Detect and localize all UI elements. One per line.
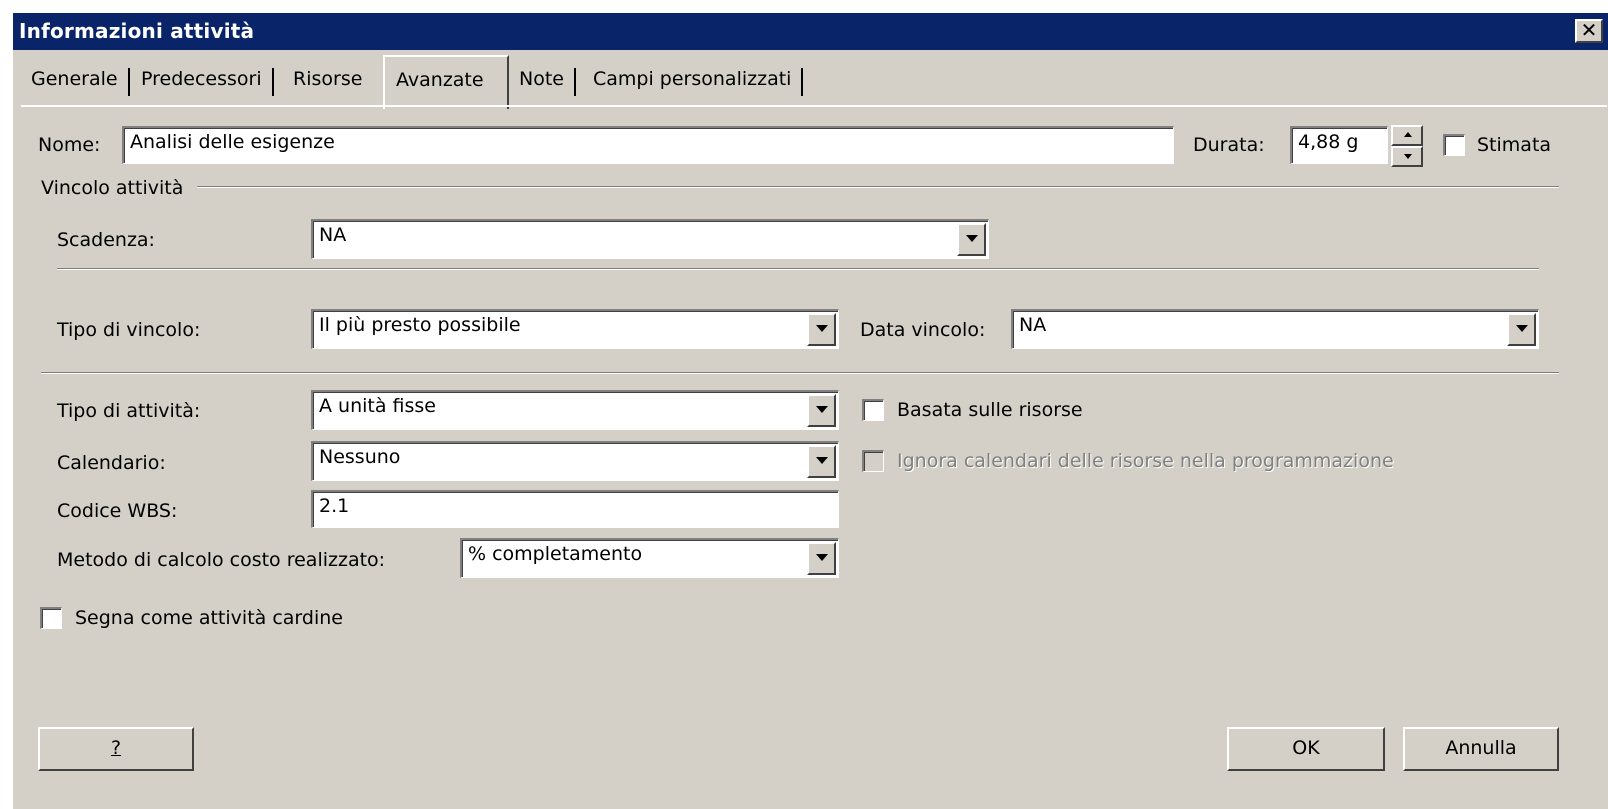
earned-value-select[interactable]: % completamento	[460, 538, 839, 578]
chevron-down-icon[interactable]	[807, 445, 836, 478]
deadline-value: NA	[319, 224, 347, 246]
tab-label: Note	[509, 68, 576, 96]
estimated-checkbox[interactable]	[1443, 134, 1465, 156]
ignore-calendars-checkbox	[862, 450, 884, 472]
tab-label: Campi personalizzati	[583, 68, 804, 96]
chevron-down-icon[interactable]	[1507, 313, 1536, 346]
help-button[interactable]: ?	[38, 727, 194, 771]
close-icon: ✕	[1580, 18, 1598, 42]
deadline-select[interactable]: NA	[311, 219, 989, 259]
duration-spinner[interactable]	[1391, 125, 1423, 167]
estimated-label: Stimata	[1477, 134, 1552, 156]
duration-label: Durata:	[1193, 134, 1265, 156]
spin-up-icon[interactable]	[1391, 125, 1423, 146]
effort-driven-label: Basata sulle risorse	[897, 399, 1083, 421]
tab-risorse[interactable]: Risorse	[283, 59, 372, 98]
calendar-value: Nessuno	[319, 446, 401, 468]
wbs-input[interactable]: 2.1	[311, 490, 839, 528]
chevron-down-icon[interactable]	[807, 394, 836, 427]
constraint-date-select[interactable]: NA	[1011, 309, 1539, 349]
effort-driven-checkbox[interactable]	[862, 399, 884, 421]
tab-label: Generale	[21, 68, 130, 96]
cancel-button[interactable]: Annulla	[1403, 727, 1559, 771]
tab-label: Risorse	[293, 68, 363, 90]
tab-generale[interactable]: Generale	[21, 59, 130, 98]
task-type-label: Tipo di attività:	[57, 400, 201, 422]
task-type-value: A unità fisse	[319, 395, 436, 417]
constraint-group-title: Vincolo attività	[41, 177, 184, 199]
ok-button[interactable]: OK	[1227, 727, 1385, 771]
spin-down-icon[interactable]	[1391, 146, 1423, 167]
help-button-label: ?	[110, 737, 122, 759]
tab-label: Avanzate	[396, 69, 484, 91]
name-label: Nome:	[38, 134, 101, 156]
constraint-type-value: Il più presto possibile	[319, 314, 521, 336]
chevron-down-icon[interactable]	[807, 313, 836, 346]
cancel-button-label: Annulla	[1445, 737, 1517, 759]
close-button[interactable]: ✕	[1575, 19, 1603, 43]
constraint-type-select[interactable]: Il più presto possibile	[311, 309, 839, 349]
title-bar[interactable]: Informazioni attività ✕	[13, 13, 1608, 50]
divider	[57, 268, 1539, 270]
duration-input[interactable]: 4,88 g	[1290, 126, 1388, 164]
calendar-select[interactable]: Nessuno	[311, 441, 839, 481]
earned-value-label: Metodo di calcolo costo realizzato:	[57, 549, 386, 571]
tab-label: Predecessori	[131, 68, 274, 96]
constraint-date-label: Data vincolo:	[860, 319, 986, 341]
wbs-label: Codice WBS:	[57, 500, 178, 522]
tab-panel-edge	[21, 105, 1607, 107]
milestone-checkbox[interactable]	[40, 607, 62, 629]
deadline-label: Scadenza:	[57, 229, 155, 251]
tab-note[interactable]: Note	[509, 59, 576, 98]
task-type-select[interactable]: A unità fisse	[311, 390, 839, 430]
divider	[41, 372, 1559, 374]
tab-campi-personalizzati[interactable]: Campi personalizzati	[583, 59, 804, 98]
task-info-dialog: Informazioni attività ✕ Generale Predece…	[12, 12, 1608, 809]
tab-predecessori[interactable]: Predecessori	[131, 59, 274, 98]
chevron-down-icon[interactable]	[957, 223, 986, 256]
earned-value-value: % completamento	[468, 543, 643, 565]
milestone-label: Segna come attività cardine	[75, 607, 343, 629]
window-title: Informazioni attività	[19, 19, 255, 43]
calendar-label: Calendario:	[57, 452, 166, 474]
tab-avanzate[interactable]: Avanzate	[383, 55, 509, 109]
ignore-calendars-label: Ignora calendari delle risorse nella pro…	[897, 450, 1394, 472]
constraint-date-value: NA	[1019, 314, 1047, 336]
chevron-down-icon[interactable]	[807, 542, 836, 575]
ok-button-label: OK	[1292, 737, 1320, 759]
constraint-type-label: Tipo di vincolo:	[57, 319, 201, 341]
name-input[interactable]: Analisi delle esigenze	[122, 126, 1174, 164]
group-line	[197, 186, 1559, 188]
